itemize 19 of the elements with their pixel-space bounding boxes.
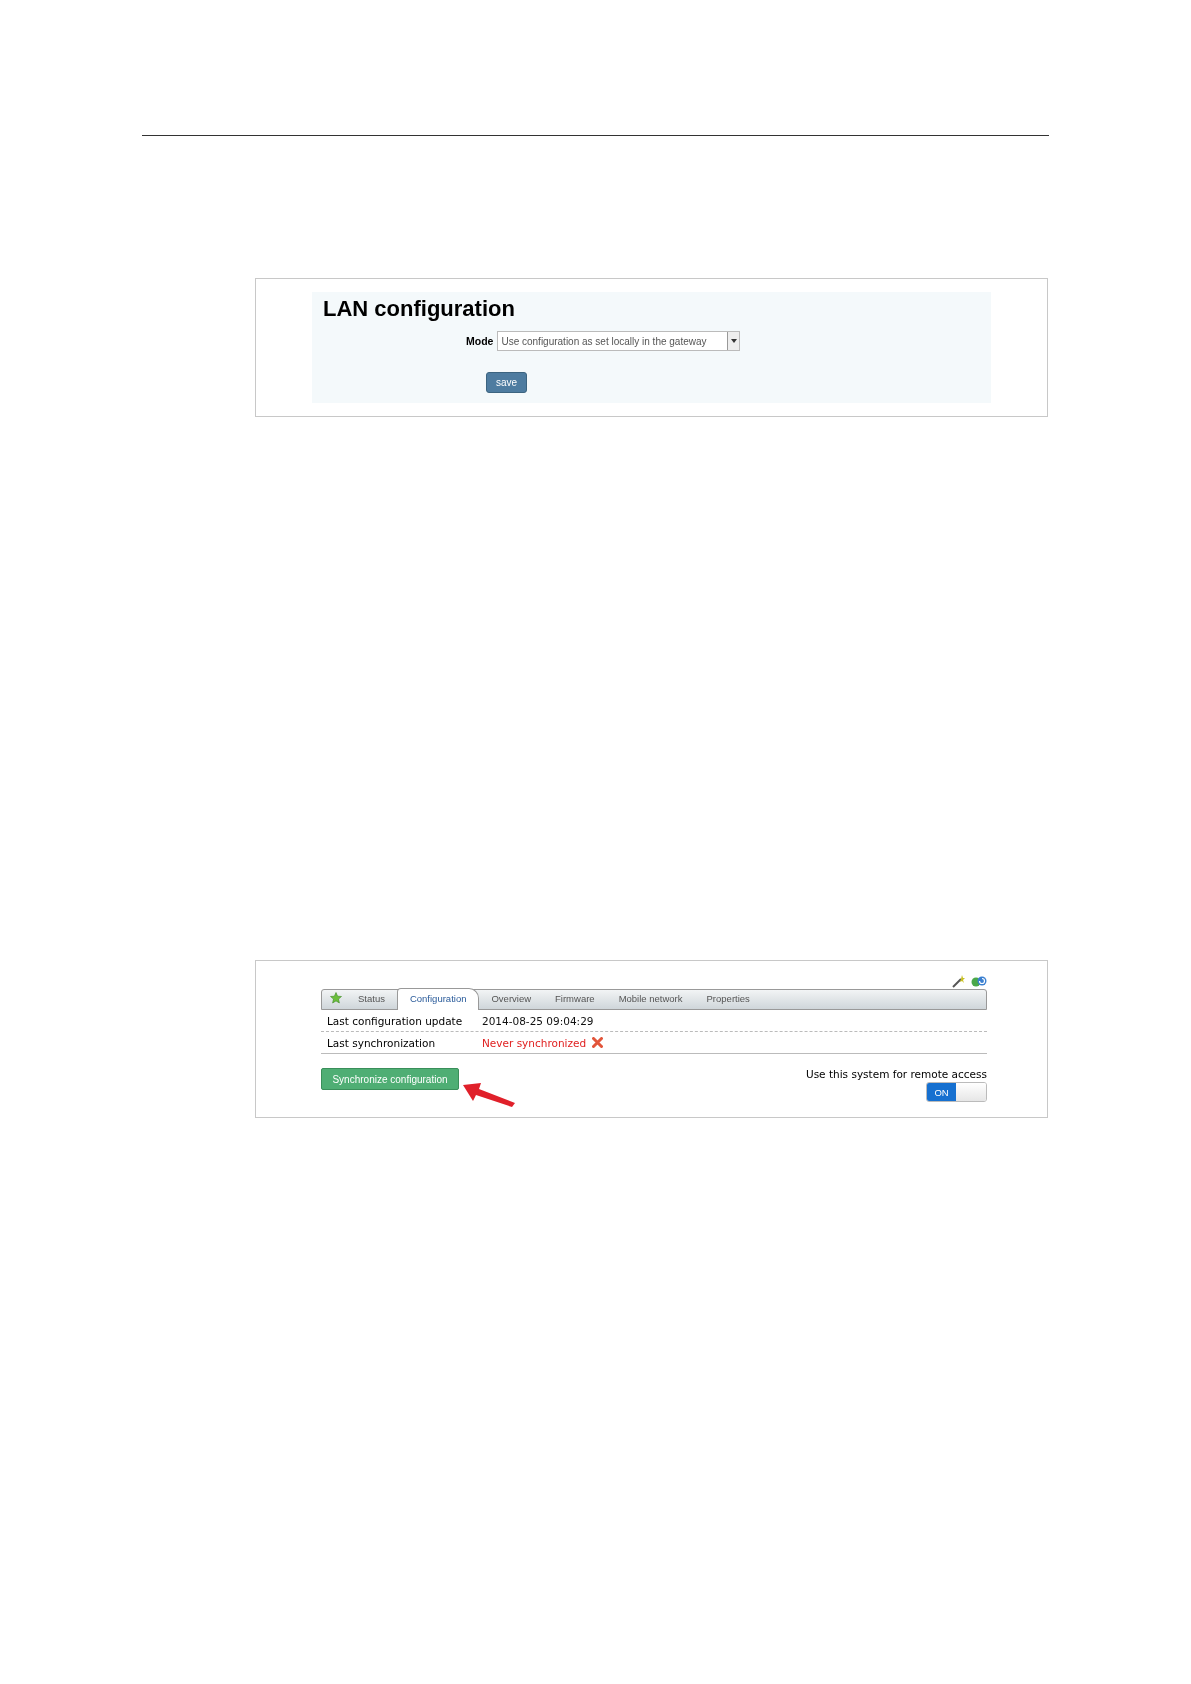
tab[interactable]: Firmware bbox=[543, 991, 607, 1009]
row-label: Last configuration update bbox=[327, 1014, 464, 1027]
tab[interactable]: Overview bbox=[479, 991, 544, 1009]
remote-access-label: Use this system for remote access bbox=[805, 1068, 987, 1080]
refresh-icon[interactable] bbox=[971, 975, 987, 987]
tab[interactable]: Properties bbox=[694, 991, 762, 1009]
save-button[interactable]: save bbox=[486, 372, 527, 393]
tab[interactable]: Mobile network bbox=[606, 991, 695, 1009]
mode-dropdown[interactable]: Use configuration as set locally in the gateway bbox=[497, 331, 741, 351]
tab[interactable]: Configuration bbox=[396, 988, 480, 1010]
tab[interactable]: Status bbox=[346, 991, 397, 1009]
row-value: Never synchronized bbox=[482, 1036, 587, 1049]
error-cross-icon bbox=[592, 1037, 604, 1048]
wand-icon[interactable] bbox=[952, 975, 965, 988]
mode-label: Mode bbox=[466, 335, 494, 347]
remote-access-toggle[interactable]: ON bbox=[926, 1082, 987, 1102]
row-value: 2014-08-25 09:04:29 bbox=[482, 1014, 594, 1027]
row-label: Last synchronization bbox=[327, 1036, 437, 1049]
panel-title: LAN configuration bbox=[323, 296, 516, 322]
